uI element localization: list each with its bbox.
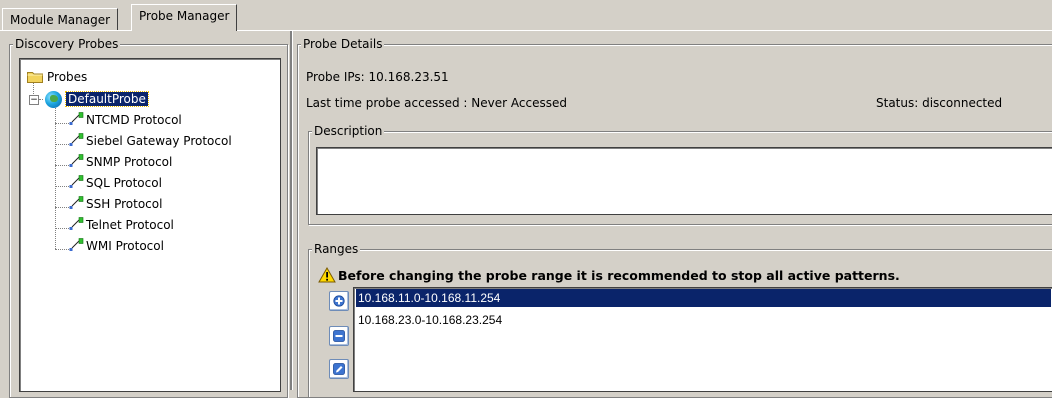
tab-probe-manager[interactable]: Probe Manager: [131, 4, 238, 31]
add-range-button[interactable]: [329, 291, 349, 311]
tree-line: [55, 249, 69, 250]
edit-range-button[interactable]: [329, 359, 349, 379]
status-text: Status: disconnected: [876, 96, 1003, 110]
description-title: Description: [312, 124, 385, 138]
discovery-probes-title: Discovery Probes: [13, 37, 121, 51]
tree-root-probes[interactable]: Probes: [47, 68, 87, 86]
tree-item-defaultprobe-label: DefaultProbe: [65, 91, 149, 107]
protocol-icon: [69, 175, 84, 188]
protocol-icon: [69, 217, 84, 230]
tab-module-manager[interactable]: Module Manager: [2, 8, 119, 31]
tree-item-protocol[interactable]: SNMP Protocol: [86, 153, 172, 171]
tree-item-protocol[interactable]: WMI Protocol: [86, 237, 164, 255]
probe-details-title: Probe Details: [301, 37, 385, 51]
tree-line: [55, 186, 69, 187]
tree-line: [55, 144, 69, 145]
range-list[interactable]: 10.168.11.0-10.168.11.254 10.168.23.0-10…: [353, 287, 1052, 392]
protocol-icon: [69, 133, 84, 146]
protocol-icon: [69, 112, 84, 125]
description-field[interactable]: [316, 147, 1052, 215]
tree-line: [55, 228, 69, 229]
collapse-toggle-icon[interactable]: −: [29, 95, 39, 105]
tree-line: [55, 123, 69, 124]
remove-icon: [333, 330, 345, 342]
folder-icon: [27, 72, 43, 83]
protocol-icon: [69, 238, 84, 251]
range-item[interactable]: 10.168.23.0-10.168.23.254: [356, 311, 502, 329]
remove-range-button[interactable]: [329, 326, 349, 346]
edit-icon: [333, 363, 345, 375]
tree-item-protocol[interactable]: Telnet Protocol: [86, 216, 174, 234]
protocol-icon: [69, 196, 84, 209]
range-item[interactable]: 10.168.11.0-10.168.11.254: [356, 289, 1051, 307]
probe-tree[interactable]: Probes − DefaultProbe NTCMD Protocol Sie…: [19, 58, 281, 392]
tree-item-protocol[interactable]: Siebel Gateway Protocol: [86, 132, 232, 150]
tree-item-protocol[interactable]: SQL Protocol: [86, 174, 162, 192]
tree-item-defaultprobe[interactable]: DefaultProbe: [65, 90, 149, 108]
protocol-icon: [69, 154, 84, 167]
probe-ips: Probe IPs: 10.168.23.51: [306, 70, 449, 84]
tree-item-protocol[interactable]: SSH Protocol: [86, 195, 162, 213]
warning-icon: [318, 267, 336, 283]
split-divider[interactable]: [290, 31, 293, 390]
globe-icon: [45, 91, 62, 108]
ranges-title: Ranges: [312, 242, 361, 256]
tree-line: [55, 165, 69, 166]
add-icon: [333, 295, 345, 307]
range-warning: Before changing the probe range it is re…: [338, 268, 900, 283]
tree-item-protocol[interactable]: NTCMD Protocol: [86, 111, 182, 129]
tab-strip: Module Manager Probe Manager: [0, 0, 1052, 31]
last-accessed: Last time probe accessed : Never Accesse…: [306, 96, 567, 110]
tree-line: [39, 99, 43, 100]
tree-line: [55, 207, 69, 208]
